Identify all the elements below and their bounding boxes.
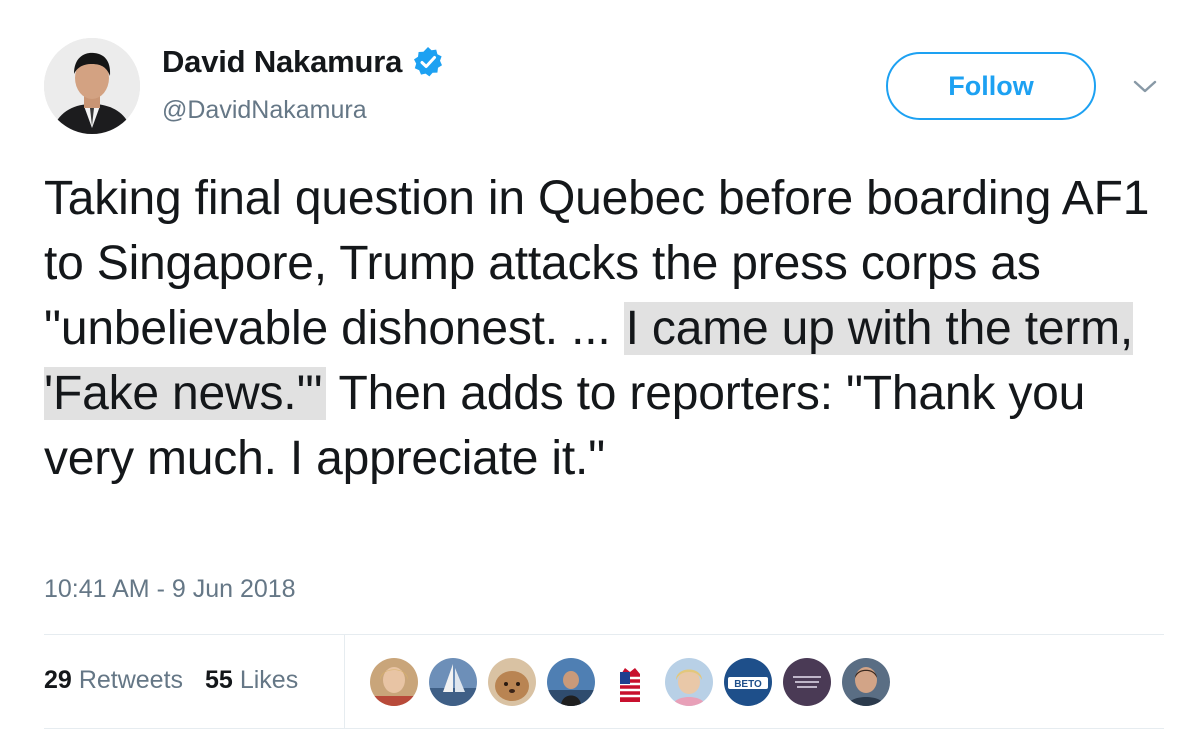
retweets-label: Retweets xyxy=(78,666,184,694)
liker-avatar-5[interactable] xyxy=(606,658,654,706)
divider-top xyxy=(44,634,1164,635)
author-avatar[interactable] xyxy=(44,38,140,134)
stats-separator xyxy=(344,635,345,728)
liker-avatar-4[interactable] xyxy=(547,658,595,706)
liker-avatar-6[interactable] xyxy=(665,658,713,706)
author-name-row[interactable]: David Nakamura xyxy=(162,44,444,80)
author-handle[interactable]: @DavidNakamura xyxy=(162,96,367,125)
verified-badge-icon xyxy=(412,46,444,78)
likes-count: 55 xyxy=(205,666,233,694)
likes-stat[interactable]: 55 Likes xyxy=(205,666,298,695)
liker-avatar-9[interactable] xyxy=(842,658,890,706)
likers-avatar-list: BETO xyxy=(370,658,901,706)
tweet-text: Taking final question in Quebec before b… xyxy=(44,166,1164,491)
tweet-stats: 29 Retweets 55 Likes xyxy=(44,666,320,695)
divider-bottom xyxy=(44,728,1164,729)
liker-avatar-8[interactable] xyxy=(783,658,831,706)
retweets-stat[interactable]: 29 Retweets xyxy=(44,666,183,695)
liker-avatar-3[interactable] xyxy=(488,658,536,706)
liker-avatar-7[interactable]: BETO xyxy=(724,658,772,706)
tweet-timestamp[interactable]: 10:41 AM - 9 Jun 2018 xyxy=(44,575,296,604)
follow-button[interactable]: Follow xyxy=(886,52,1096,120)
liker-avatar-2[interactable] xyxy=(429,658,477,706)
liker-avatar-1[interactable] xyxy=(370,658,418,706)
likes-label: Likes xyxy=(239,666,299,694)
chevron-down-icon[interactable] xyxy=(1130,76,1160,98)
author-display-name[interactable]: David Nakamura xyxy=(162,44,402,80)
retweets-count: 29 xyxy=(44,666,72,694)
beto-logo-text: BETO xyxy=(734,679,762,690)
